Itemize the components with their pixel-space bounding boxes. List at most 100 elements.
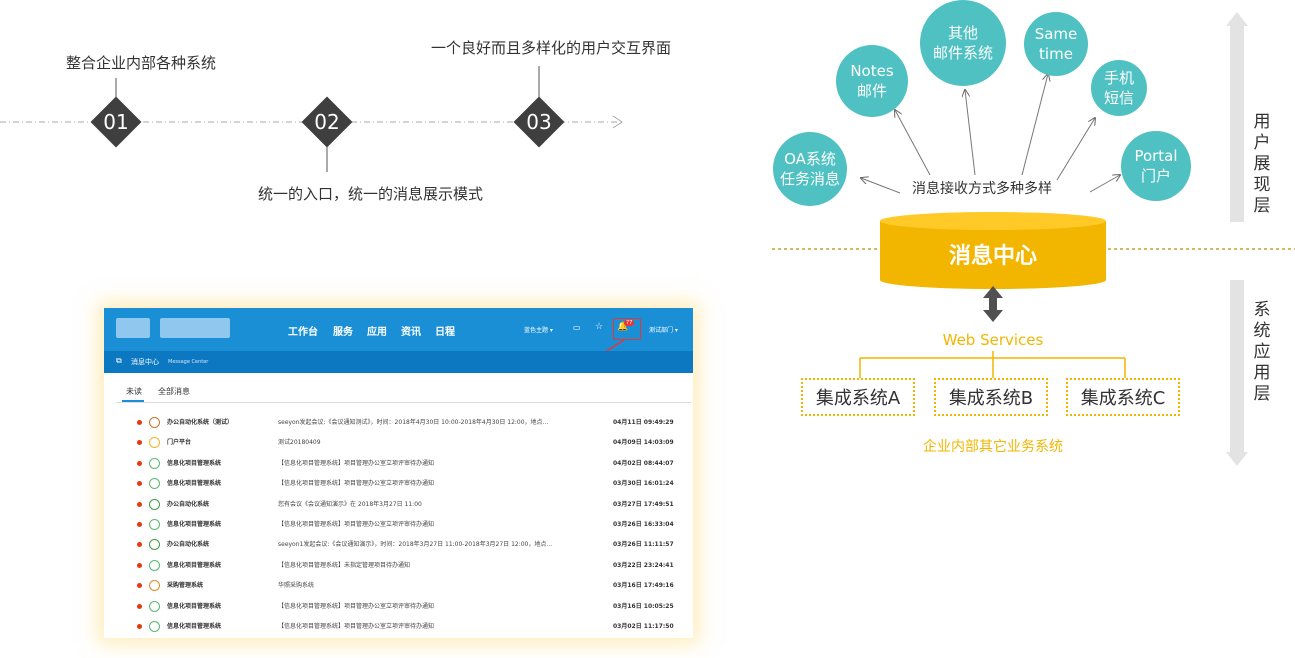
arrow-to-sametime bbox=[1021, 74, 1048, 176]
unread-dot bbox=[137, 562, 142, 568]
message-source: 信息化项目管理系统 bbox=[167, 602, 222, 610]
nav-workbench[interactable]: 工作台 bbox=[288, 323, 318, 338]
message-time: 04月09日 14:03:09 bbox=[613, 439, 674, 447]
system-icon bbox=[149, 498, 160, 510]
monitor-icon[interactable]: ▭ bbox=[573, 323, 581, 332]
bubble-oa-line2: 任务消息 bbox=[779, 170, 840, 188]
arrow-to-portal bbox=[1089, 175, 1120, 193]
message-text[interactable]: 【信息化项目管理系统】项目管理办公室立项评审待办通知 bbox=[278, 601, 434, 610]
nav-news[interactable]: 资讯 bbox=[401, 323, 421, 338]
message-time: 04月11日 09:49:29 bbox=[613, 419, 674, 426]
unread-dot bbox=[137, 440, 142, 446]
message-time: 03月26日 16:33:04 bbox=[613, 521, 674, 528]
message-row[interactable]: 信息化项目管理系统 【信息化项目管理系统】项目管理办公室立项评审待办通知 03月26… bbox=[104, 514, 693, 534]
message-row[interactable]: 信息化项目管理系统 【信息化项目管理系统】项目管理办公室立项评审待办通知 03月16… bbox=[104, 596, 693, 616]
message-source: 信息化项目管理系统 bbox=[167, 521, 222, 528]
notification-badge: 77 bbox=[624, 320, 635, 326]
message-center-cylinder-top bbox=[880, 212, 1106, 230]
nav-services[interactable]: 服务 bbox=[333, 323, 353, 338]
bubble-oa-task: OA系统 任务消息 bbox=[773, 132, 847, 206]
message-time: 03月26日 11:11:57 bbox=[613, 541, 674, 549]
bubble-notes-line1: Notes bbox=[850, 62, 894, 80]
message-center-screenshot: 工作台 服务 应用 资讯 日程 蓝色主题 ▾ ▭ ☆ 🔔 77 测试部门 ▾ ⧉… bbox=[104, 308, 693, 638]
message-center-title: 消息中心 bbox=[131, 358, 159, 366]
message-text[interactable]: 【信息化项目管理系统】项目管理办公室立项评审待办通知 bbox=[278, 621, 434, 630]
message-text[interactable]: 【信息化项目管理系统】未指定管理项目待办通知 bbox=[278, 560, 410, 569]
system-application-layer-label: 系统应用层 bbox=[1253, 300, 1271, 404]
arrow-to-other-mail bbox=[965, 90, 976, 176]
system-icon bbox=[149, 559, 160, 571]
bubble-notes-mail: Notes 邮件 bbox=[836, 45, 908, 117]
message-text[interactable]: 【信息化项目管理系统】项目管理办公室立项评审待办通知 bbox=[278, 458, 434, 467]
message-row[interactable]: 信息化项目管理系统 【信息化项目管理系统】项目管理办公室立项评审待办通知 03月02… bbox=[104, 616, 693, 636]
message-row[interactable]: 信息化项目管理系统 【信息化项目管理系统】项目管理办公室立项评审待办通知 03月30… bbox=[104, 473, 693, 493]
message-source: 办公自动化系统 bbox=[167, 541, 210, 549]
system-icon bbox=[149, 437, 160, 449]
message-text[interactable]: 测试20180409 bbox=[278, 437, 321, 446]
unread-dot bbox=[137, 603, 142, 609]
tab-all-messages[interactable]: 全部消息 bbox=[158, 386, 190, 397]
message-source: 信息化项目管理系统 bbox=[167, 480, 222, 488]
system-icon bbox=[149, 600, 160, 612]
message-text[interactable]: seeyon发起会议:《会议通知测试》，时间：2018年4月30日 10:00-… bbox=[278, 417, 548, 426]
bubble-sms-line1: 手机 bbox=[1103, 69, 1134, 87]
message-source: 办公自动化系统（测试） bbox=[167, 419, 234, 426]
message-time: 03月02日 11:17:50 bbox=[613, 623, 674, 630]
message-row[interactable]: 办公自动化系统 您有会议《会议通知演示》在 2018年3月27日 11:00 03月… bbox=[104, 494, 693, 514]
theme-selector[interactable]: 蓝色主题 ▾ bbox=[524, 325, 553, 334]
system-icon bbox=[149, 621, 160, 632]
web-services-label: Web Services bbox=[942, 331, 1044, 349]
other-business-systems-label: 企业内部其它业务系统 bbox=[923, 439, 1063, 455]
tab-unread[interactable]: 未读 bbox=[126, 386, 142, 397]
message-time: 03月16日 10:05:25 bbox=[613, 602, 674, 610]
message-row[interactable]: 门户平台 测试20180409 04月09日 14:03:09 bbox=[104, 432, 693, 452]
message-text[interactable]: seeyon1发起会议:《会议通知演示》，时间：2018年3月27日 11:00… bbox=[278, 539, 552, 548]
receive-methods-text: 消息接收方式多种多样 bbox=[912, 181, 1052, 197]
message-text[interactable]: 华照采购系统 bbox=[278, 580, 314, 589]
timeline-step-1-number: 01 bbox=[103, 110, 129, 134]
nav-apps[interactable]: 应用 bbox=[367, 323, 387, 338]
timeline-step-3-text: 一个良好而且多样化的用户交互界面 bbox=[431, 39, 672, 57]
message-time: 03月30日 16:01:24 bbox=[613, 480, 674, 488]
blurred-company-name bbox=[160, 318, 230, 338]
bubble-sametime-line1: Same bbox=[1034, 25, 1078, 43]
message-center-subheader: ⧉ 消息中心 Message Center bbox=[104, 351, 693, 373]
message-time: 03月16日 17:49:16 bbox=[613, 582, 674, 590]
message-text[interactable]: 您有会议《会议通知演示》在 2018年3月27日 11:00 bbox=[278, 499, 422, 508]
timeline-step-2-text: 统一的入口，统一的消息展示模式 bbox=[258, 185, 484, 203]
message-row[interactable]: 办公自动化系统 seeyon1发起会议:《会议通知演示》，时间：2018年3月27… bbox=[104, 534, 693, 554]
nav-schedule[interactable]: 日程 bbox=[435, 323, 455, 338]
bubble-notes-line2: 邮件 bbox=[856, 82, 887, 100]
message-time: 03月27日 17:49:51 bbox=[613, 500, 674, 508]
timeline-step-3-number: 03 bbox=[526, 110, 552, 134]
unread-dot bbox=[137, 542, 142, 548]
message-source: 办公自动化系统 bbox=[167, 500, 210, 508]
integrated-system-a: 集成系统A bbox=[801, 378, 915, 416]
system-icon bbox=[149, 417, 160, 428]
integrated-system-c: 集成系统C bbox=[1066, 378, 1180, 416]
bubble-other-mail: 其他 邮件系统 bbox=[920, 0, 1006, 86]
layer-arrow-down bbox=[1226, 280, 1248, 466]
message-row[interactable]: 采购管理系统 华照采购系统 03月16日 17:49:16 bbox=[104, 575, 693, 595]
message-time: 03月22日 23:24:41 bbox=[613, 561, 674, 569]
unread-dot bbox=[137, 420, 142, 425]
unread-dot bbox=[137, 460, 142, 466]
system-icon bbox=[149, 539, 160, 551]
unread-dot bbox=[137, 624, 142, 629]
arrow-to-notes bbox=[895, 110, 931, 176]
message-row[interactable]: 信息化项目管理系统 【信息化项目管理系统】未指定管理项目待办通知 03月22日 23… bbox=[104, 555, 693, 575]
star-icon[interactable]: ☆ bbox=[595, 322, 603, 332]
integrated-system-b: 集成系统B bbox=[934, 378, 1048, 416]
bubble-portal-line1: Portal bbox=[1134, 147, 1178, 165]
message-source: 门户平台 bbox=[167, 439, 192, 447]
timeline-step-2-number: 02 bbox=[314, 110, 340, 134]
user-department-menu[interactable]: 测试部门 ▾ bbox=[649, 325, 678, 334]
user-presentation-layer-label: 用户展现层 bbox=[1253, 112, 1271, 216]
unread-dot bbox=[137, 501, 142, 507]
message-row[interactable]: 办公自动化系统（测试） seeyon发起会议:《会议通知测试》，时间：2018年4… bbox=[104, 412, 693, 432]
message-row[interactable]: 信息化项目管理系统 【信息化项目管理系统】项目管理办公室立项评审待办通知 04月02… bbox=[104, 453, 693, 473]
message-text[interactable]: 【信息化项目管理系统】项目管理办公室立项评审待办通知 bbox=[278, 478, 434, 487]
message-text[interactable]: 【信息化项目管理系统】项目管理办公室立项评审待办通知 bbox=[278, 519, 434, 528]
bubble-sms: 手机 短信 bbox=[1091, 60, 1147, 116]
tab-active-indicator bbox=[122, 400, 144, 402]
